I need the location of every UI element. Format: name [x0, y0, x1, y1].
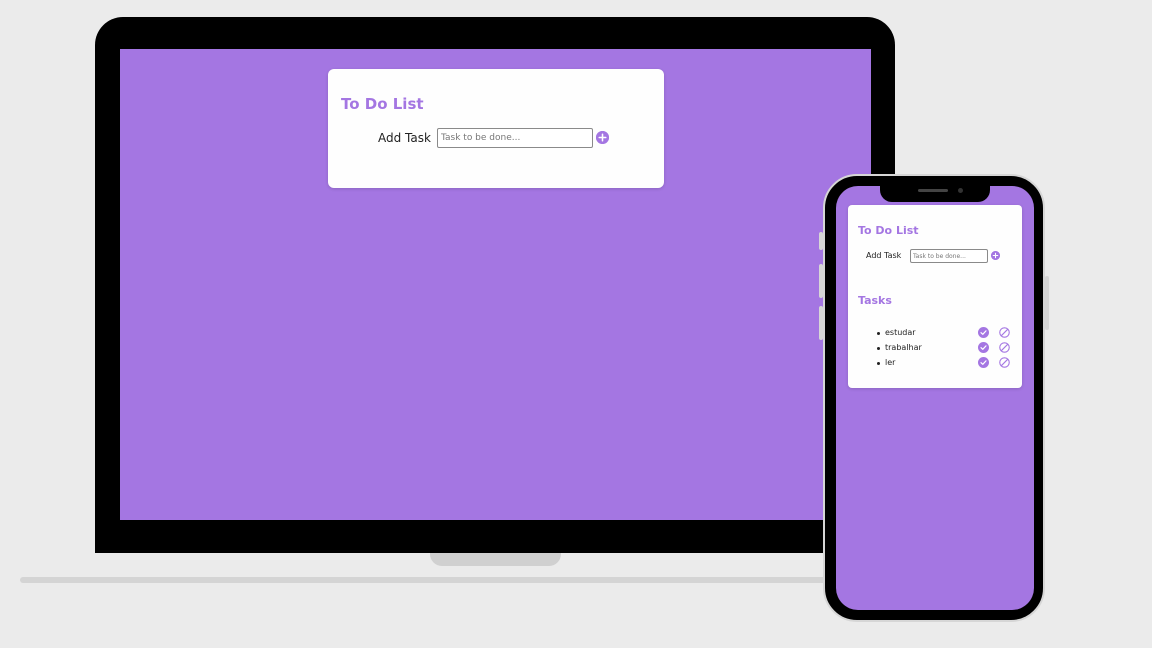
phone-speaker [918, 189, 948, 192]
ban-icon [999, 357, 1010, 368]
mobile-task-input[interactable] [910, 249, 988, 263]
bullet-icon [877, 332, 880, 335]
desktop-todo-card: To Do List Add Task [328, 69, 664, 188]
mark-done-button[interactable] [978, 357, 989, 368]
task-list: estudar trabalhar ler [848, 327, 1022, 372]
desktop-app-title: To Do List [341, 95, 424, 113]
ban-icon [999, 342, 1010, 353]
ban-icon [999, 327, 1010, 338]
plus-circle-icon [596, 131, 609, 144]
mobile-add-task-label: Add Task [866, 251, 902, 260]
phone-notch [880, 183, 990, 202]
mobile-todo-card: To Do List Add Task Tasks estudar [848, 205, 1022, 388]
desktop-add-task-label: Add Task [378, 131, 431, 145]
bullet-icon [877, 362, 880, 365]
remove-task-button[interactable] [999, 342, 1010, 353]
task-item: estudar [848, 327, 1022, 342]
task-text: estudar [885, 328, 916, 337]
bullet-icon [877, 347, 880, 350]
desktop-add-task-button[interactable] [596, 131, 609, 144]
check-circle-icon [978, 357, 989, 368]
mark-done-button[interactable] [978, 342, 989, 353]
mobile-add-task-button[interactable] [991, 251, 1000, 260]
check-circle-icon [978, 342, 989, 353]
mark-done-button[interactable] [978, 327, 989, 338]
tasks-heading: Tasks [858, 294, 892, 307]
task-item: ler [848, 357, 1022, 372]
remove-task-button[interactable] [999, 327, 1010, 338]
task-text: ler [885, 358, 896, 367]
plus-circle-icon [991, 251, 1000, 260]
phone-camera [958, 188, 963, 193]
task-text: trabalhar [885, 343, 922, 352]
mobile-app-title: To Do List [858, 224, 919, 237]
check-circle-icon [978, 327, 989, 338]
task-item: trabalhar [848, 342, 1022, 357]
phone-power-button [1045, 276, 1049, 330]
remove-task-button[interactable] [999, 357, 1010, 368]
laptop-foot [430, 553, 561, 566]
laptop-base [20, 577, 826, 583]
desktop-task-input[interactable] [437, 128, 593, 148]
